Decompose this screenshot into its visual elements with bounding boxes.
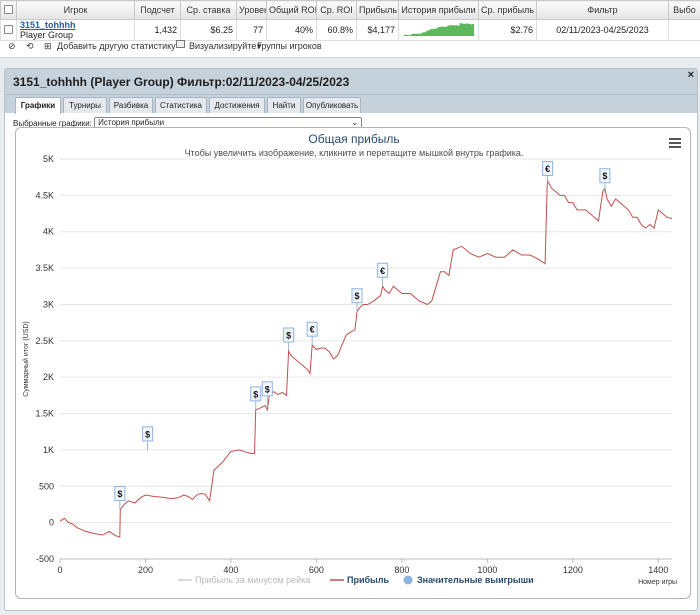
profit-series-line — [59, 179, 673, 538]
big-win-label: € — [545, 164, 550, 174]
total-roi-cell: 40% — [266, 19, 317, 41]
x-tick-label: 200 — [138, 565, 153, 575]
tab-publish[interactable]: Опубликовать — [303, 97, 361, 113]
big-win-label: $ — [286, 331, 291, 341]
y-tick-label: -500 — [36, 554, 54, 564]
profit-cell: $4,177 — [356, 19, 399, 41]
profit-sparkline — [404, 22, 474, 36]
level-cell: 77 — [236, 19, 267, 41]
header-profit[interactable]: Прибыль — [356, 0, 399, 20]
y-tick-label: 4.5K — [35, 190, 54, 200]
x-tick-label: 600 — [309, 565, 324, 575]
stats-table-area: Игрок Подсчет Ср. ставка Уровен Общий RO… — [0, 0, 700, 58]
profit-history-cell — [398, 19, 479, 41]
y-tick-label: 4K — [43, 227, 54, 237]
panel-tabs: Графики Турниры Разбивка Статистика Дост… — [5, 95, 697, 114]
x-tick-label: 800 — [394, 565, 409, 575]
header-profit-history[interactable]: История прибыли — [398, 0, 479, 20]
header-level[interactable]: Уровен — [236, 0, 267, 20]
tab-graphs[interactable]: Графики — [15, 97, 61, 114]
avg-profit-cell: $2.76 — [478, 19, 537, 41]
y-tick-label: 1.5K — [35, 409, 54, 419]
chart-legend: Прибыль за минусом рейка Прибыль Значитель… — [178, 575, 534, 585]
chart-container[interactable]: Общая прибыль Чтобы увеличить изображение… — [15, 127, 691, 599]
player-stats-table: Игрок Подсчет Ср. ставка Уровен Общий RO… — [0, 0, 700, 41]
big-win-label: $ — [117, 489, 122, 499]
header-filter[interactable]: Фильтр — [536, 0, 669, 20]
big-win-label: € — [310, 325, 315, 335]
x-tick-label: 1400 — [648, 565, 668, 575]
select-cell — [668, 19, 700, 41]
y-tick-label: 3K — [43, 299, 54, 309]
panel-header: 3151_tohhhh (Player Group) Фильтр:02/11/… — [5, 69, 697, 95]
profit-chart[interactable]: Общая прибыль Чтобы увеличить изображение… — [16, 128, 692, 600]
visualize-button[interactable]: Визуализируйте — [189, 40, 256, 53]
tab-tournaments[interactable]: Турниры — [63, 97, 107, 113]
tab-breakdown[interactable]: Разбивка — [109, 97, 153, 113]
avg-stake-cell: $6.25 — [180, 19, 237, 41]
y-tick-label: 1K — [43, 445, 54, 455]
header-total-roi[interactable]: Общий ROI — [266, 0, 317, 20]
header-count[interactable]: Подсчет — [134, 0, 181, 20]
big-win-label: $ — [253, 389, 258, 399]
tab-find[interactable]: Найти — [267, 97, 301, 113]
select-all-checkbox[interactable] — [0, 0, 17, 20]
add-stat-button[interactable]: Добавить другую статистику — [57, 40, 176, 53]
legend-rake-label[interactable]: Прибыль за минусом рейка — [195, 575, 310, 585]
x-tick-label: 400 — [223, 565, 238, 575]
y-tick-label: 0 — [49, 518, 54, 528]
header-avg-profit[interactable]: Ср. прибыль — [478, 0, 537, 20]
y-tick-label: 2K — [43, 372, 54, 382]
y-tick-label: 500 — [39, 481, 54, 491]
chevron-down-icon: ▾ — [257, 41, 262, 51]
chart-title: Общая прибыль — [308, 132, 399, 146]
filter-icon[interactable]: ⊘ — [8, 40, 16, 53]
x-axis-label: Номер игры — [638, 579, 677, 586]
header-player[interactable]: Игрок — [16, 0, 135, 20]
header-avg-stake[interactable]: Ср. ставка — [180, 0, 237, 20]
big-win-label: $ — [602, 171, 607, 181]
x-tick-label: 0 — [57, 565, 62, 575]
table-header-row: Игрок Подсчет Ср. ставка Уровен Общий RO… — [0, 0, 700, 20]
big-win-label: $ — [355, 291, 360, 301]
count-cell: 1,432 — [134, 19, 181, 41]
player-detail-panel: 3151_tohhhh (Player Group) Фильтр:02/11/… — [4, 68, 698, 611]
legend-bigwin-label[interactable]: Значительные выигрыши — [417, 575, 534, 585]
chart-subtitle: Чтобы увеличить изображение, кликните и … — [185, 148, 524, 158]
tab-statistics[interactable]: Статистика — [155, 97, 207, 113]
big-win-label: $ — [265, 384, 270, 394]
y-tick-label: 2.5K — [35, 336, 54, 346]
close-icon[interactable]: × — [688, 69, 694, 81]
big-win-label: $ — [145, 429, 150, 439]
player-cell: 3151_tohhhh Player Group — [16, 19, 135, 41]
menu-bar — [669, 138, 681, 140]
link-icon[interactable]: ⟲ — [26, 40, 34, 53]
table-toolbar: ⊘ ⟲ ⊞ Добавить другую статистику Визуали… — [0, 40, 700, 54]
legend-bigwin-swatch — [403, 575, 413, 585]
graph-selector-value: История прибыли — [98, 118, 165, 127]
panel-title: 3151_tohhhh (Player Group) Фильтр:02/11/… — [13, 75, 350, 89]
tab-achievements[interactable]: Достижения — [209, 97, 265, 113]
table-row[interactable]: 3151_tohhhh Player Group 1,432 $6.25 77 … — [0, 19, 700, 41]
player-name-link[interactable]: 3151_tohhhh — [20, 21, 131, 31]
y-axis-label: Суммарный итог (USD) — [22, 321, 30, 397]
legend-profit-label[interactable]: Прибыль — [347, 575, 389, 585]
big-win-label: € — [380, 266, 385, 276]
menu-bar — [669, 146, 681, 148]
header-select[interactable]: Выбо — [668, 0, 700, 20]
y-tick-label: 3.5K — [35, 263, 54, 273]
menu-bar — [669, 142, 681, 144]
filter-cell: 02/11/2023-04/25/2023 — [536, 19, 669, 41]
x-tick-label: 1000 — [477, 565, 497, 575]
row-checkbox[interactable] — [0, 19, 17, 41]
player-groups-label: Группы игроков — [257, 41, 322, 51]
y-tick-label: 5K — [43, 154, 54, 164]
header-avg-roi[interactable]: Ср. ROI — [316, 0, 357, 20]
player-group-label: Player Group — [20, 30, 74, 40]
x-tick-label: 1200 — [563, 565, 583, 575]
add-stat-icon[interactable]: ⊞ — [44, 40, 52, 53]
hamburger-menu-icon[interactable] — [669, 138, 681, 148]
sparkline-area — [404, 22, 474, 36]
avg-roi-cell: 60.8% — [316, 19, 357, 41]
